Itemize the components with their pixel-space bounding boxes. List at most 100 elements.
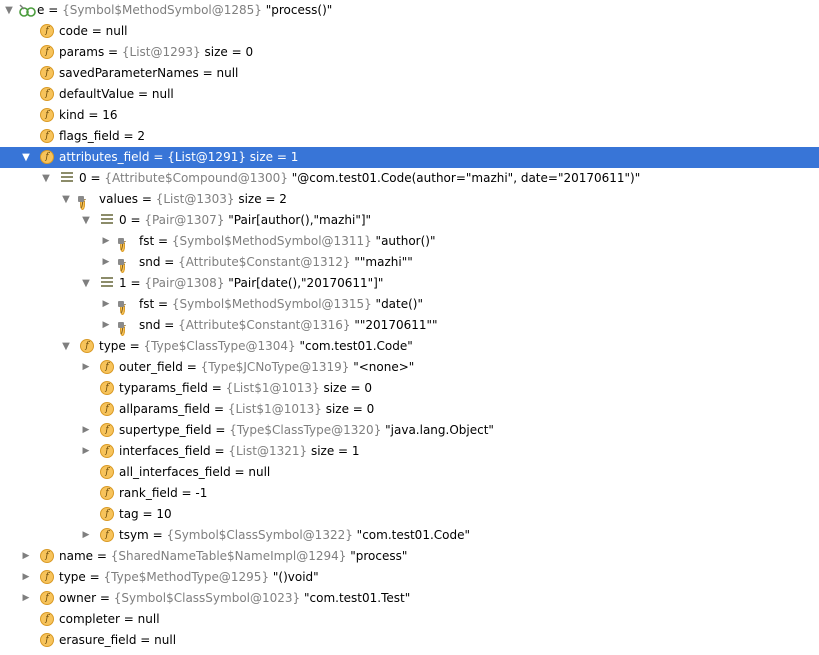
variable-name: outer_field	[119, 360, 183, 374]
tree-row[interactable]: ▼ 0 = {Attribute$Compound@1300} "@com.tes…	[0, 168, 819, 189]
tree-row-text: e = {Symbol$MethodSymbol@1285} "process(…	[37, 0, 332, 21]
variable-value: "com.test01.Test"	[300, 591, 411, 605]
tree-row[interactable]: f rank_field = -1	[0, 483, 819, 504]
variable-value: size = 0	[200, 45, 254, 59]
tree-row[interactable]: ▼ f attributes_field = {List@1291} size = …	[0, 147, 819, 168]
tree-row[interactable]: f typarams_field = {List$1@1013} size = 0	[0, 378, 819, 399]
tree-row[interactable]: f kind = 16	[0, 105, 819, 126]
tree-row[interactable]: ▼ 1 = {Pair@1308} "Pair[date(),"20170611"…	[0, 273, 819, 294]
collapse-arrow-icon[interactable]: ▼	[3, 0, 15, 21]
tree-row[interactable]: ▶ f type = {Type$MethodType@1295} "()void"	[0, 567, 819, 588]
expand-arrow-icon[interactable]: ▶	[80, 357, 92, 378]
tree-row[interactable]: ▶ f name = {SharedNameTable$NameImpl@1294}…	[0, 546, 819, 567]
variable-name: snd	[139, 318, 161, 332]
tree-row-text: defaultValue = null	[59, 84, 174, 105]
tree-row[interactable]: ▼ f values = {List@1303} size = 2	[0, 189, 819, 210]
object-reference: {Pair@1307}	[144, 213, 225, 227]
field-icon: f	[40, 66, 54, 80]
variable-name: fst	[139, 234, 155, 248]
final-field-icon: f	[120, 303, 126, 315]
list-item-icon	[101, 277, 113, 289]
tree-row[interactable]: f defaultValue = null	[0, 84, 819, 105]
field-icon: f	[40, 24, 54, 38]
tree-row[interactable]: ▶ f fst = {Symbol$MethodSymbol@1315} "date…	[0, 294, 819, 315]
variable-name: flags_field	[59, 129, 120, 143]
tree-row[interactable]: f completer = null	[0, 609, 819, 630]
collapse-arrow-icon[interactable]: ▼	[60, 336, 72, 357]
object-reference: {Type$JCNoType@1319}	[200, 360, 350, 374]
tree-row-text: tag = 10	[119, 504, 172, 525]
tree-row[interactable]: ▶ f supertype_field = {Type$ClassType@1320…	[0, 420, 819, 441]
variable-value: "process()"	[261, 3, 333, 17]
tree-row[interactable]: ▶ f fst = {Symbol$MethodSymbol@1311} "auth…	[0, 231, 819, 252]
tree-row[interactable]: f erasure_field = null	[0, 630, 819, 651]
variable-name: typarams_field	[119, 381, 208, 395]
expand-arrow-icon[interactable]: ▶	[100, 252, 112, 273]
tree-row[interactable]: f tag = 10	[0, 504, 819, 525]
field-icon: f	[80, 339, 94, 353]
tree-row[interactable]: ▼ 0 = {Pair@1307} "Pair[author(),"mazhi"]…	[0, 210, 819, 231]
tree-row-text: completer = null	[59, 609, 160, 630]
field-icon: f	[100, 360, 114, 374]
expand-arrow-icon[interactable]: ▶	[80, 525, 92, 546]
variable-value: size = 1	[307, 444, 360, 458]
expand-arrow-icon[interactable]: ▶	[100, 294, 112, 315]
variable-value: null	[105, 24, 128, 38]
variable-value: "date()"	[371, 297, 424, 311]
expand-arrow-icon[interactable]: ▶	[20, 588, 32, 609]
collapse-arrow-icon[interactable]: ▼	[60, 189, 72, 210]
tree-row[interactable]: f code = null	[0, 21, 819, 42]
equals-sign: =	[126, 276, 145, 290]
tree-row[interactable]: ▶ f tsym = {Symbol$ClassSymbol@1322} "com.…	[0, 525, 819, 546]
expand-arrow-icon[interactable]: ▶	[80, 441, 92, 462]
variable-value: size = 1	[245, 150, 299, 164]
tree-row[interactable]: ▶ f snd = {Attribute$Constant@1316} ""2017…	[0, 315, 819, 336]
equals-sign: =	[134, 87, 152, 101]
expand-arrow-icon[interactable]: ▶	[100, 315, 112, 336]
object-reference: {Type$MethodType@1295}	[103, 570, 270, 584]
variable-name: values	[99, 192, 139, 206]
object-reference: {List@1303}	[155, 192, 235, 206]
tree-row[interactable]: ▼ e = {Symbol$MethodSymbol@1285} "process…	[0, 0, 819, 21]
variable-name: erasure_field	[59, 633, 137, 647]
tree-row-text: type = {Type$ClassType@1304} "com.test01…	[99, 336, 413, 357]
tree-row-text: erasure_field = null	[59, 630, 176, 651]
equals-sign: =	[149, 150, 168, 164]
tree-row[interactable]: ▶ f snd = {Attribute$Constant@1312} ""mazh…	[0, 252, 819, 273]
tree-row[interactable]: f allparams_field = {List$1@1013} size = …	[0, 399, 819, 420]
expand-arrow-icon[interactable]: ▶	[20, 546, 32, 567]
variable-name: all_interfaces_field	[119, 465, 231, 479]
tree-row-text: type = {Type$MethodType@1295} "()void"	[59, 567, 319, 588]
object-reference: {Symbol$MethodSymbol@1315}	[171, 297, 372, 311]
variable-value: size = 0	[321, 402, 375, 416]
equals-sign: =	[87, 24, 106, 38]
tree-row[interactable]: f all_interfaces_field = null	[0, 462, 819, 483]
variable-name: interfaces_field	[119, 444, 211, 458]
tree-row-text: outer_field = {Type$JCNoType@1319} "<non…	[119, 357, 414, 378]
variable-name: defaultValue	[59, 87, 135, 101]
tree-row-text: params = {List@1293} size = 0	[59, 42, 253, 63]
watch-icon	[19, 4, 36, 17]
collapse-arrow-icon[interactable]: ▼	[80, 210, 92, 231]
tree-row-text: snd = {Attribute$Constant@1316} ""201706…	[139, 315, 438, 336]
final-field-icon: f	[80, 198, 86, 210]
collapse-arrow-icon[interactable]: ▼	[20, 147, 32, 168]
object-reference: {List$1@1013}	[225, 381, 320, 395]
tree-row[interactable]: ▼ f type = {Type$ClassType@1304} "com.test…	[0, 336, 819, 357]
tree-row[interactable]: ▶ f outer_field = {Type$JCNoType@1319} "<n…	[0, 357, 819, 378]
tree-row[interactable]: f savedParameterNames = null	[0, 63, 819, 84]
expand-arrow-icon[interactable]: ▶	[20, 567, 32, 588]
variable-name: tag	[119, 507, 139, 521]
tree-row[interactable]: f flags_field = 2	[0, 126, 819, 147]
tree-row[interactable]: ▶ f interfaces_field = {List@1321} size = …	[0, 441, 819, 462]
expand-arrow-icon[interactable]: ▶	[100, 231, 112, 252]
object-reference: {Attribute$Compound@1300}	[104, 171, 288, 185]
tree-row-text: allparams_field = {List$1@1013} size = 0	[119, 399, 374, 420]
tree-row[interactable]: f params = {List@1293} size = 0	[0, 42, 819, 63]
field-icon: f	[40, 108, 54, 122]
object-reference: {SharedNameTable$NameImpl@1294}	[110, 549, 347, 563]
expand-arrow-icon[interactable]: ▶	[80, 420, 92, 441]
collapse-arrow-icon[interactable]: ▼	[40, 168, 52, 189]
collapse-arrow-icon[interactable]: ▼	[80, 273, 92, 294]
tree-row[interactable]: ▶ f owner = {Symbol$ClassSymbol@1023} "com…	[0, 588, 819, 609]
